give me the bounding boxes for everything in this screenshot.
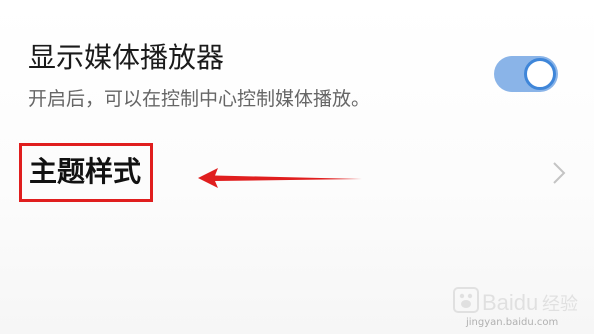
watermark-url: jingyan.baidu.com	[466, 317, 559, 328]
media-player-title: 显示媒体播放器	[28, 41, 225, 74]
media-player-toggle[interactable]	[494, 56, 558, 92]
toggle-knob	[524, 58, 556, 90]
svg-text:经验: 经验	[542, 294, 578, 315]
theme-style-label: 主题样式	[29, 155, 142, 188]
svg-text:Baidu: Baidu	[482, 290, 538, 315]
settings-page: 显示媒体播放器 开启后，可以在控制中心控制媒体播放。 主题样式 Baidu 经验…	[0, 0, 594, 334]
chevron-right-icon	[553, 162, 566, 184]
media-player-description: 开启后，可以在控制中心控制媒体播放。	[28, 88, 371, 110]
annotation-arrow	[198, 168, 362, 188]
media-player-setting-row: 显示媒体播放器 开启后，可以在控制中心控制媒体播放。	[0, 0, 594, 125]
